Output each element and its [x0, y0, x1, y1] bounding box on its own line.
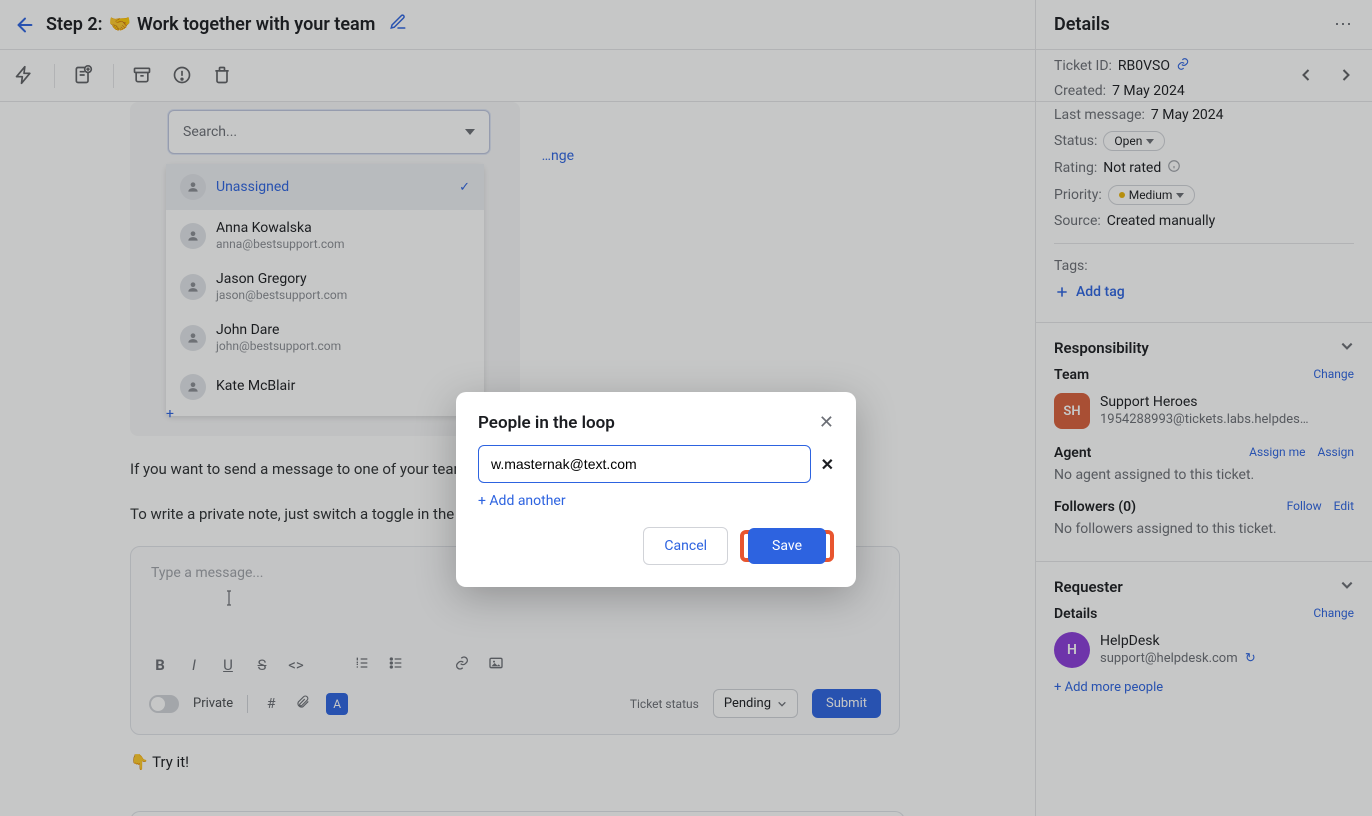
close-icon[interactable]: ✕	[819, 412, 834, 433]
save-button[interactable]: Save	[748, 528, 826, 564]
save-button-highlight: Save	[740, 530, 834, 562]
people-loop-modal: People in the loop ✕ ✕ + Add another Can…	[456, 392, 856, 587]
modal-title: People in the loop	[478, 413, 615, 433]
remove-email-icon[interactable]: ✕	[821, 455, 834, 474]
cancel-button[interactable]: Cancel	[643, 527, 728, 565]
add-another-link[interactable]: + Add another	[478, 483, 834, 509]
email-input[interactable]	[478, 445, 811, 483]
